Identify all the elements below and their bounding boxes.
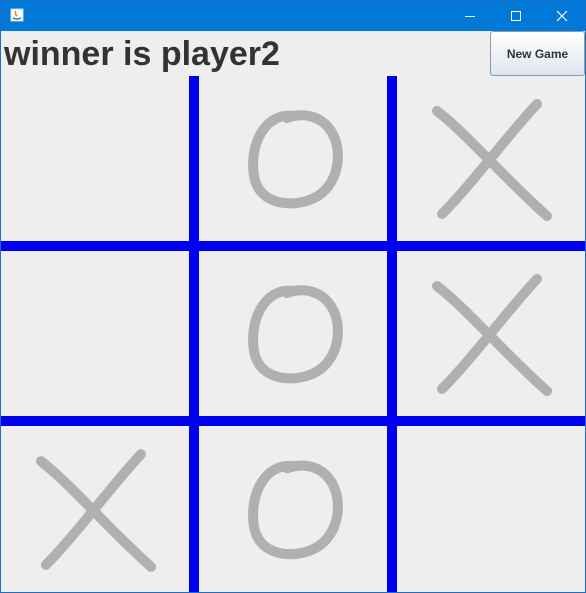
o-mark [248, 285, 343, 384]
board-cell[interactable] [199, 76, 387, 241]
board-cell[interactable] [199, 251, 387, 416]
maximize-icon [511, 11, 521, 21]
minimize-icon [465, 16, 475, 17]
board-cell[interactable] [1, 426, 189, 592]
board-cell[interactable] [397, 76, 585, 241]
game-window: winner is player2 New Game [0, 0, 586, 593]
maximize-button[interactable] [493, 1, 539, 31]
java-icon [10, 8, 24, 22]
new-game-button[interactable]: New Game [490, 31, 585, 76]
status-label: winner is player2 [4, 35, 280, 73]
x-mark [36, 449, 156, 572]
board-cell[interactable] [397, 426, 585, 592]
close-icon [556, 10, 568, 22]
close-button[interactable] [539, 1, 585, 31]
game-board [1, 76, 585, 592]
o-mark [248, 460, 343, 560]
o-mark [248, 110, 343, 209]
title-bar[interactable] [1, 1, 585, 31]
top-panel: winner is player2 New Game [1, 31, 585, 76]
board-cell[interactable] [1, 76, 189, 241]
board-cell[interactable] [1, 251, 189, 416]
board-cell[interactable] [397, 251, 585, 416]
x-mark [432, 99, 552, 221]
board-cell[interactable] [199, 426, 387, 592]
minimize-button[interactable] [447, 1, 493, 31]
x-mark [432, 274, 552, 396]
